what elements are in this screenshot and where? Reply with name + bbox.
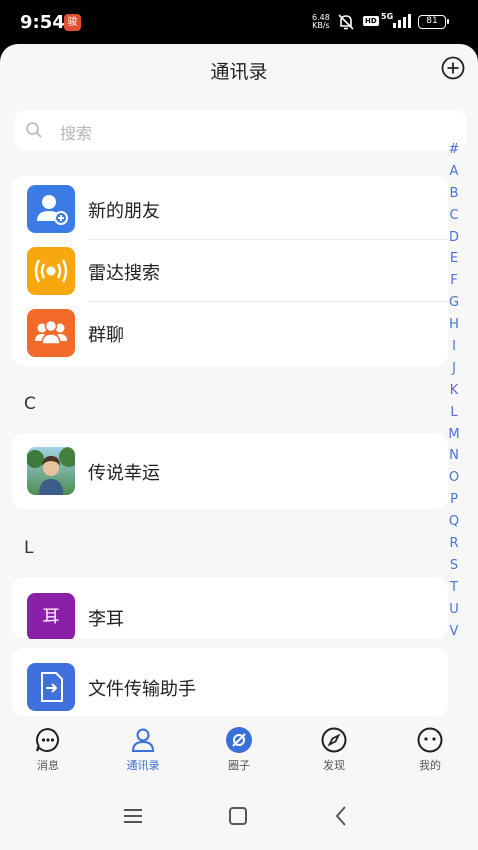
profile-face-icon: [417, 727, 443, 753]
tab-circle[interactable]: 圈子: [204, 726, 274, 773]
tab-label: 消息: [37, 759, 59, 772]
contacts-screen: 通讯录 搜索 新的朋友 雷达搜索 群聊 C 传说幸运 L 耳 李耳 文件传输助手…: [0, 44, 478, 850]
menu-icon[interactable]: [121, 804, 145, 828]
app-notification-icon: 骏: [64, 14, 81, 31]
new-friends-label: 新的朋友: [88, 201, 160, 222]
network-speed: 6.48 KB/s: [312, 14, 330, 30]
search-icon: [26, 122, 42, 138]
group-chat-label: 群聊: [88, 325, 124, 346]
index-letter[interactable]: L: [445, 402, 463, 424]
tab-label: 发现: [323, 759, 345, 772]
index-letter[interactable]: F: [445, 270, 463, 292]
index-letter[interactable]: N: [445, 445, 463, 467]
index-letter[interactable]: Q: [445, 511, 463, 533]
section-l-card: 耳 李耳: [12, 577, 448, 639]
tab-label: 我的: [419, 759, 441, 772]
system-nav-bar: [0, 788, 478, 850]
page-title: 通讯录: [210, 61, 268, 83]
compass-icon: [321, 727, 347, 753]
group-chat-icon: [27, 309, 75, 357]
tab-messages[interactable]: 消息: [13, 726, 83, 773]
index-letter[interactable]: T: [445, 577, 463, 599]
contacts-person-icon: [131, 728, 155, 752]
index-letter[interactable]: K: [445, 380, 463, 402]
network-speed-unit: KB/s: [312, 21, 330, 30]
status-time: 9:54: [20, 12, 65, 33]
circle-icon: [226, 727, 252, 753]
radar-icon: [27, 247, 75, 295]
back-chevron-icon[interactable]: [330, 804, 354, 828]
index-letter[interactable]: E: [445, 248, 463, 270]
header: 通讯录: [0, 44, 478, 96]
radar-search-item[interactable]: 雷达搜索: [12, 240, 448, 302]
index-letter[interactable]: P: [445, 489, 463, 511]
status-bar: 9:54 骏 6.48 KB/s HD 5G 81: [0, 0, 478, 44]
file-helper-item[interactable]: 文件传输助手: [12, 656, 448, 716]
index-letter[interactable]: B: [445, 183, 463, 205]
index-letter[interactable]: A: [445, 161, 463, 183]
search-input[interactable]: 搜索: [60, 120, 92, 144]
index-letter[interactable]: V: [445, 621, 463, 643]
index-letter[interactable]: H: [445, 314, 463, 336]
index-letter[interactable]: J: [445, 358, 463, 380]
alphabet-index[interactable]: # A B C D E F G H I J K L M N O P Q R S T U V: [445, 139, 463, 642]
contact-name: 李耳: [88, 609, 124, 630]
section-header-c: C: [24, 394, 36, 414]
tab-label: 通讯录: [126, 759, 160, 772]
tab-profile[interactable]: 我的: [395, 726, 465, 773]
tab-contacts[interactable]: 通讯录: [108, 726, 178, 773]
index-letter[interactable]: R: [445, 533, 463, 555]
contact-name: 传说幸运: [88, 463, 160, 484]
hd-badge: HD: [363, 16, 379, 26]
file-helper-card: 文件传输助手: [12, 648, 448, 716]
index-letter[interactable]: U: [445, 599, 463, 621]
quick-entries-card: 新的朋友 雷达搜索 群聊: [12, 176, 448, 366]
mute-bell-icon: [338, 14, 354, 30]
section-c-card: 传说幸运: [12, 433, 448, 509]
contact-avatar-initial: 耳: [27, 593, 75, 639]
index-letter[interactable]: O: [445, 467, 463, 489]
contact-row[interactable]: 耳 李耳: [12, 586, 448, 639]
file-transfer-icon: [27, 663, 75, 711]
signal-icon: [393, 14, 411, 28]
tab-label: 圈子: [228, 759, 250, 772]
radar-search-label: 雷达搜索: [88, 263, 160, 284]
tab-discover[interactable]: 发现: [299, 726, 369, 773]
chat-bubble-icon: [36, 727, 59, 752]
index-letter[interactable]: S: [445, 555, 463, 577]
group-chat-item[interactable]: 群聊: [12, 302, 448, 364]
index-letter[interactable]: I: [445, 336, 463, 358]
index-letter[interactable]: #: [445, 139, 463, 161]
new-friends-item[interactable]: 新的朋友: [12, 178, 448, 240]
contact-avatar-photo: [27, 447, 75, 495]
battery-indicator: 81: [418, 15, 449, 29]
file-helper-label: 文件传输助手: [88, 679, 196, 700]
index-letter[interactable]: G: [445, 292, 463, 314]
index-letter[interactable]: M: [445, 424, 463, 446]
add-friend-icon: [27, 185, 75, 233]
index-letter[interactable]: C: [445, 205, 463, 227]
plus-circle-icon[interactable]: [441, 56, 465, 80]
section-header-l: L: [24, 538, 34, 558]
search-bar[interactable]: 搜索: [14, 110, 467, 150]
index-letter[interactable]: D: [445, 227, 463, 249]
bottom-tab-bar: 消息 通讯录 圈子 发现 我的: [0, 716, 478, 788]
contact-row[interactable]: 传说幸运: [12, 440, 448, 502]
home-square-icon[interactable]: [226, 804, 250, 828]
